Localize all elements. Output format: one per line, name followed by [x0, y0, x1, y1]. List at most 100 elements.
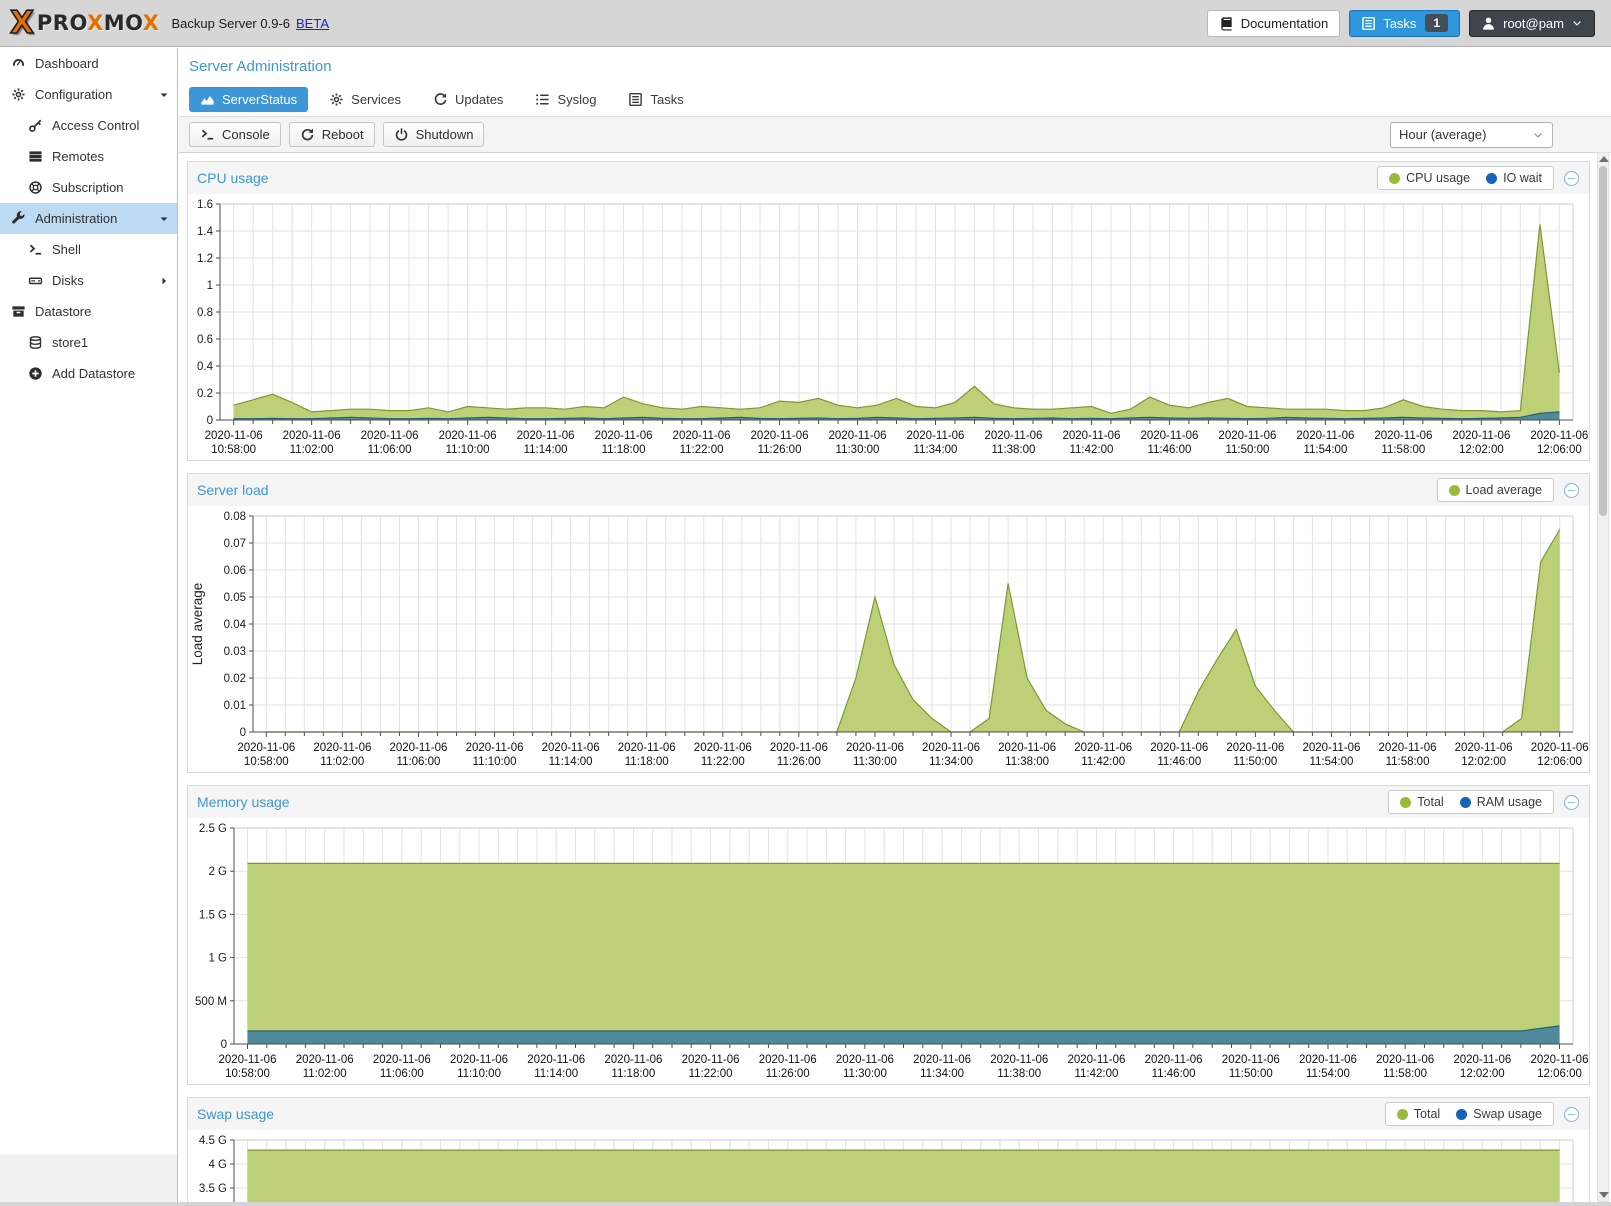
user-menu-button[interactable]: root@pam — [1469, 10, 1595, 37]
sidebar-navigation: DashboardConfigurationAccess ControlRemo… — [0, 48, 178, 1206]
sidebar-item-disks[interactable]: Disks — [0, 265, 177, 296]
tasks-button[interactable]: Tasks 1 — [1349, 10, 1460, 37]
chevron-down-icon — [1571, 17, 1583, 29]
gauge-icon — [11, 56, 26, 71]
console-button[interactable]: Console — [189, 122, 281, 147]
tasks-list-icon — [1361, 16, 1376, 31]
legend-dot-icon — [1400, 797, 1411, 808]
svg-text:11:50:00: 11:50:00 — [1229, 1068, 1273, 1080]
tab-tasks[interactable]: Tasks — [617, 87, 694, 112]
sidebar-item-label: Disks — [52, 273, 84, 288]
brand-segment: PRO — [37, 11, 87, 35]
sidebar-item-store1[interactable]: store1 — [0, 327, 177, 358]
svg-text:2020-11-06: 2020-11-06 — [1226, 742, 1284, 754]
svg-text:0: 0 — [221, 1039, 227, 1051]
svg-text:2020-11-06: 2020-11-06 — [836, 1054, 894, 1066]
svg-text:11:54:00: 11:54:00 — [1303, 444, 1347, 456]
sidebar-item-subscription[interactable]: Subscription — [0, 172, 177, 203]
svg-text:0.01: 0.01 — [224, 700, 246, 712]
documentation-button[interactable]: Documentation — [1207, 10, 1340, 37]
shutdown-button[interactable]: Shutdown — [383, 122, 485, 147]
sidebar-item-shell[interactable]: Shell — [0, 234, 177, 265]
caret-right-icon — [158, 275, 170, 287]
svg-text:11:14:00: 11:14:00 — [524, 444, 568, 456]
svg-text:11:10:00: 11:10:00 — [473, 756, 517, 768]
svg-text:11:34:00: 11:34:00 — [920, 1068, 964, 1080]
panel-header: Server loadLoad average — [188, 474, 1589, 506]
svg-text:0.2: 0.2 — [197, 388, 213, 400]
panel-server-load: Server loadLoad average00.010.020.030.04… — [187, 473, 1590, 773]
sidebar-item-access-control[interactable]: Access Control — [0, 110, 177, 141]
svg-text:Load average: Load average — [190, 583, 205, 666]
chart-legend: CPU usageIO wait — [1377, 166, 1554, 190]
top-header: X PROXMOX Backup Server 0.9-6 BETA Docum… — [0, 0, 1611, 47]
svg-text:0.8: 0.8 — [197, 307, 213, 319]
terminal-icon — [200, 127, 215, 142]
sidebar-item-remotes[interactable]: Remotes — [0, 141, 177, 172]
svg-text:2020-11-06: 2020-11-06 — [1376, 1054, 1434, 1066]
button-label: Console — [222, 127, 270, 142]
svg-text:11:14:00: 11:14:00 — [549, 756, 593, 768]
svg-text:1.5 G: 1.5 G — [199, 909, 227, 921]
tab-label: Updates — [455, 92, 503, 107]
button-label: Shutdown — [416, 127, 474, 142]
svg-text:500 M: 500 M — [195, 996, 227, 1008]
svg-text:2020-11-06: 2020-11-06 — [1145, 1054, 1203, 1066]
tab-syslog[interactable]: Syslog — [524, 87, 607, 112]
svg-text:2020-11-06: 2020-11-06 — [990, 1054, 1048, 1066]
reboot-button[interactable]: Reboot — [289, 122, 375, 147]
svg-text:11:38:00: 11:38:00 — [992, 444, 1036, 456]
beta-link[interactable]: BETA — [296, 16, 329, 31]
legend-dot-icon — [1460, 797, 1471, 808]
scroll-up-arrow-icon[interactable] — [1599, 156, 1609, 162]
vertical-scrollbar[interactable] — [1597, 152, 1609, 1202]
svg-text:1.2: 1.2 — [197, 253, 213, 265]
svg-text:2020-11-06: 2020-11-06 — [450, 1054, 508, 1066]
tab-updates[interactable]: Updates — [422, 87, 514, 112]
collapse-panel-icon[interactable] — [1563, 1106, 1580, 1123]
database-icon — [28, 335, 43, 350]
scrollbar-thumb[interactable] — [1599, 166, 1607, 516]
svg-text:12:02:00: 12:02:00 — [1459, 444, 1504, 456]
sidebar-item-dashboard[interactable]: Dashboard — [0, 48, 177, 79]
svg-text:0.4: 0.4 — [197, 361, 214, 373]
panel-header: Swap usageTotalSwap usage — [188, 1098, 1589, 1130]
user-icon — [1481, 16, 1496, 31]
panel-cpu-usage: CPU usageCPU usageIO wait00.20.40.60.811… — [187, 161, 1590, 461]
sidebar-item-administration[interactable]: Administration — [0, 203, 177, 234]
toolbar: Console Reboot Shutdown Hour (average) — [179, 116, 1611, 153]
svg-text:12:06:00: 12:06:00 — [1537, 756, 1582, 768]
panel-title: Swap usage — [197, 1106, 274, 1122]
timeframe-select[interactable]: Hour (average) — [1390, 122, 1553, 148]
svg-text:0.02: 0.02 — [224, 673, 246, 685]
legend-item: Swap usage — [1456, 1107, 1542, 1121]
svg-text:11:30:00: 11:30:00 — [836, 444, 880, 456]
caret-down-icon — [158, 213, 170, 225]
sidebar-item-configuration[interactable]: Configuration — [0, 79, 177, 110]
server-load-chart-area: 00.010.020.030.040.050.060.070.082020-11… — [188, 506, 1589, 772]
key-icon — [28, 118, 43, 133]
collapse-panel-icon[interactable] — [1563, 482, 1580, 499]
tab-services[interactable]: Services — [318, 87, 412, 112]
svg-text:2020-11-06: 2020-11-06 — [1302, 742, 1360, 754]
collapse-panel-icon[interactable] — [1563, 170, 1580, 187]
svg-text:0.04: 0.04 — [224, 619, 247, 631]
svg-text:11:02:00: 11:02:00 — [303, 1068, 347, 1080]
scroll-down-arrow-icon[interactable] — [1599, 1192, 1609, 1198]
sidebar-item-add-datastore[interactable]: Add Datastore — [0, 358, 177, 389]
collapse-panel-icon[interactable] — [1563, 794, 1580, 811]
plus-icon — [28, 366, 43, 381]
tasks-count-badge: 1 — [1425, 14, 1448, 32]
svg-text:11:18:00: 11:18:00 — [611, 1068, 655, 1080]
svg-text:11:50:00: 11:50:00 — [1233, 756, 1277, 768]
svg-text:2020-11-06: 2020-11-06 — [922, 742, 980, 754]
legend-item: Load average — [1449, 483, 1542, 497]
proxmox-logo: X PROXMOX — [10, 8, 160, 39]
sidebar-item-datastore[interactable]: Datastore — [0, 296, 177, 327]
svg-text:11:30:00: 11:30:00 — [843, 1068, 887, 1080]
svg-text:2020-11-06: 2020-11-06 — [694, 742, 752, 754]
server-icon — [28, 149, 43, 164]
lifering-icon — [28, 180, 43, 195]
svg-text:10:58:00: 10:58:00 — [225, 1068, 270, 1080]
tab-serverstatus[interactable]: ServerStatus — [189, 87, 308, 112]
